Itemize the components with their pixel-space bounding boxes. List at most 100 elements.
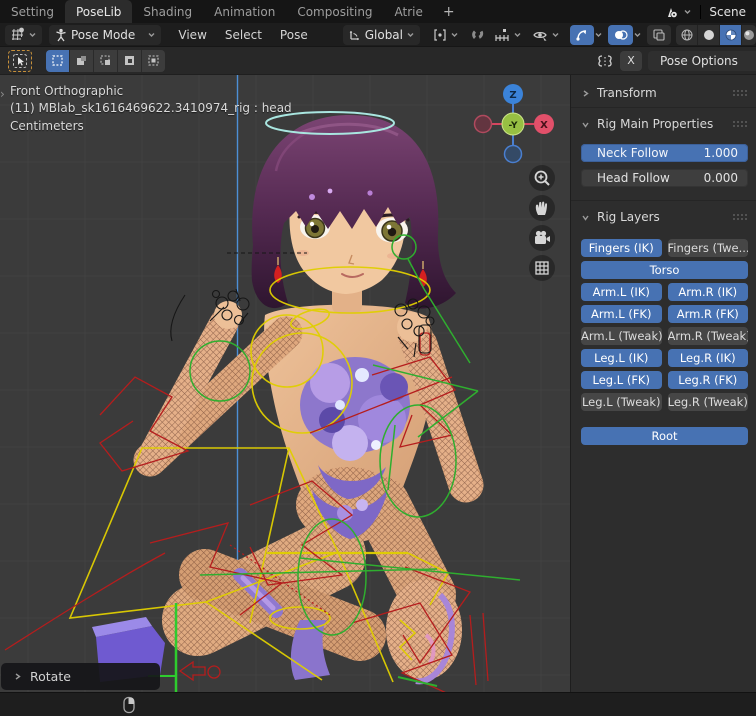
rig-layer-button-leg-l-fk[interactable]: Leg.L (FK) [581,371,662,389]
menu-select[interactable]: Select [216,28,271,42]
panel-header-rig-main-properties[interactable]: Rig Main Properties [571,112,756,136]
gizmos-toggle[interactable] [570,24,594,45]
shading-solid-button[interactable] [698,24,720,45]
scene-name: Scene [709,4,746,19]
panel-header-transform[interactable]: Transform [571,81,756,105]
rig-layer-button-arm-l-fk[interactable]: Arm.L (FK) [581,305,662,323]
workspace-tab-atrie[interactable]: Atrie [384,0,434,23]
panel-header-rig-layers[interactable]: Rig Layers [571,205,756,229]
workspace-tab-setting[interactable]: Setting [0,0,65,23]
viewport-3d[interactable]: › Front Orthographic (11) MBlab_sk161646… [0,75,570,692]
select-extend-button[interactable] [70,49,94,72]
pose-mode-icon [56,28,66,41]
status-bar [0,692,756,716]
rig-main-sliders: Neck Follow 1.000 Head Follow 0.000 [571,144,756,187]
select-intersect-button[interactable] [142,49,165,72]
header-menus: View Select Pose [169,28,316,42]
rig-layer-button-leg-r-tweak[interactable]: Leg.R (Tweak) [667,393,748,411]
operator-panel[interactable]: Rotate [1,663,160,690]
select-invert-button[interactable] [118,49,142,72]
magnet-icon [472,30,484,39]
workspace-tab-compositing[interactable]: Compositing [286,0,383,23]
chevron-down-icon [148,33,155,37]
rig-layer-button-leg-r-ik[interactable]: Leg.R (IK) [667,349,748,367]
material-preview-icon [725,29,736,40]
wireframe-icon [681,29,692,40]
rendered-icon [744,29,754,40]
workspace-tab-shading[interactable]: Shading [132,0,203,23]
transform-orientation-dropdown[interactable]: Global [342,24,420,45]
rig-layer-button-arm-r-tweak[interactable]: Arm.R (Tweak) [667,327,748,345]
axis-neg-x-handle[interactable] [473,114,493,134]
mouse-right-drag-icon [123,696,135,713]
solid-icon [703,29,714,40]
shading-rendered-button[interactable] [742,24,756,45]
active-object-text: (11) MBlab_sk1616469622.3410974_rig : he… [10,101,292,115]
slider-neck-follow[interactable]: Neck Follow 1.000 [581,144,748,162]
perspective-toggle-button[interactable] [529,255,555,281]
rig-layer-button-root[interactable]: Root [581,427,748,445]
character-mesh [92,114,484,685]
panel-title: Rig Layers [597,210,660,224]
panel-grip[interactable] [732,213,748,221]
xray-toggle[interactable] [647,24,671,45]
shading-material-button[interactable] [720,24,742,45]
overlays-toggle[interactable] [608,24,633,45]
slider-head-follow[interactable]: Head Follow 0.000 [581,169,748,187]
mirror-x-button[interactable]: X [620,50,642,71]
panel-grip[interactable] [732,120,748,128]
rig-layer-button-arm-r-ik[interactable]: Arm.R (IK) [667,283,748,301]
pivot-point-dropdown[interactable] [428,25,464,45]
chevron-down-icon [514,33,521,37]
rig-layer-button-arm-l-ik[interactable]: Arm.L (IK) [581,283,662,301]
add-workspace-button[interactable]: + [434,0,464,23]
rig-layer-button-torso[interactable]: Torso [581,261,748,279]
axis-neg-y-handle[interactable]: -Y [501,112,525,136]
chevron-right-icon [15,673,21,680]
axis-neg-z-handle[interactable] [503,144,523,164]
rig-layer-button-fingers-twe[interactable]: Fingers (Twe... [667,239,748,257]
orientation-global-icon [349,30,359,40]
scene-icon [668,7,679,18]
object-visibility-dropdown[interactable] [527,25,565,45]
navigation-gizmo[interactable]: Z X -Y [471,82,557,168]
svg-text:-Y: -Y [509,121,518,131]
scene-selector[interactable]: Scene [657,0,756,23]
snap-toggle[interactable] [470,27,485,42]
toolbar-expand-arrow[interactable]: › [0,87,5,101]
overlays-dropdown-icon[interactable] [633,30,642,39]
grid-icon [535,261,549,275]
active-tool-button[interactable] [8,49,32,72]
menu-view[interactable]: View [169,28,215,42]
chevron-down-icon [582,215,589,221]
divider [700,4,702,19]
menu-pose[interactable]: Pose [271,28,317,42]
rig-layer-button-fingers-ik[interactable]: Fingers (IK) [581,239,662,257]
workspace-tab-animation[interactable]: Animation [203,0,286,23]
mode-dropdown[interactable]: Pose Mode [49,24,162,45]
gizmos-dropdown-icon[interactable] [594,30,603,39]
zoom-button[interactable] [529,165,555,191]
panel-grip[interactable] [732,89,748,97]
editor-type-button[interactable] [5,24,42,45]
mirror-icon [598,54,612,67]
rig-layer-button-leg-l-tweak[interactable]: Leg.L (Tweak) [581,393,662,411]
rig-layer-button-leg-l-ik[interactable]: Leg.L (IK) [581,349,662,367]
snap-increment-icon [495,28,509,41]
rig-layer-button-arm-r-fk[interactable]: Arm.R (FK) [667,305,748,323]
pose-options-dropdown[interactable]: Pose Options [648,50,756,71]
slider-value: 1.000 [703,146,738,160]
select-subtract-button[interactable] [94,49,118,72]
shading-wireframe-button[interactable] [676,24,698,45]
snap-target-dropdown[interactable] [489,25,527,45]
rig-layer-button-leg-r-fk[interactable]: Leg.R (FK) [667,371,748,389]
view-name-text: Front Orthographic [10,84,124,98]
axis-x-handle[interactable]: X [534,114,554,134]
rig-layer-button-arm-l-tweak[interactable]: Arm.L (Tweak) [581,327,662,345]
pan-button[interactable] [529,195,555,221]
workspace-tab-poselib[interactable]: PoseLib [64,0,133,23]
select-set-button[interactable] [46,49,70,72]
chevron-down-icon [29,33,36,37]
axis-z-handle[interactable]: Z [503,84,523,104]
camera-view-button[interactable] [529,225,555,251]
